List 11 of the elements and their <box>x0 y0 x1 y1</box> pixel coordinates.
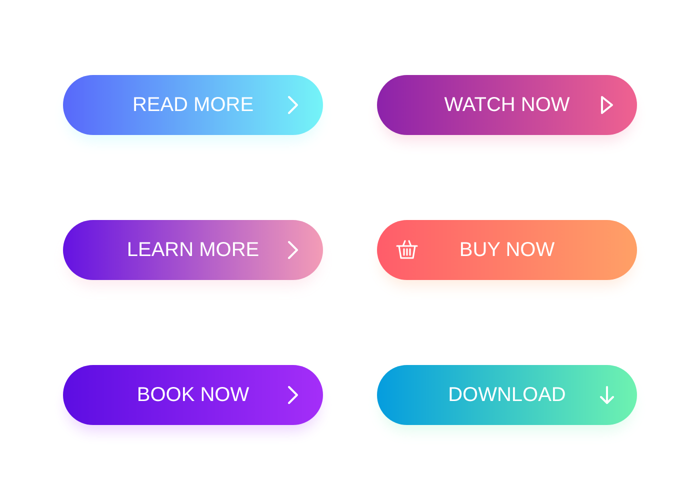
chevron-right-icon <box>287 240 299 260</box>
gradient-button[interactable]: WATCH NOW <box>377 75 637 135</box>
chevron-right-icon <box>287 385 299 405</box>
gradient-button[interactable]: READ MORE <box>63 75 323 135</box>
gradient-button[interactable]: BUY NOW <box>377 220 637 280</box>
basket-icon <box>395 240 419 260</box>
arrow-down-icon <box>600 385 614 405</box>
play-icon <box>600 95 614 115</box>
chevron-right-icon <box>287 95 299 115</box>
gradient-button[interactable]: LEARN MORE <box>63 220 323 280</box>
gradient-button[interactable]: BOOK NOW <box>63 365 323 425</box>
